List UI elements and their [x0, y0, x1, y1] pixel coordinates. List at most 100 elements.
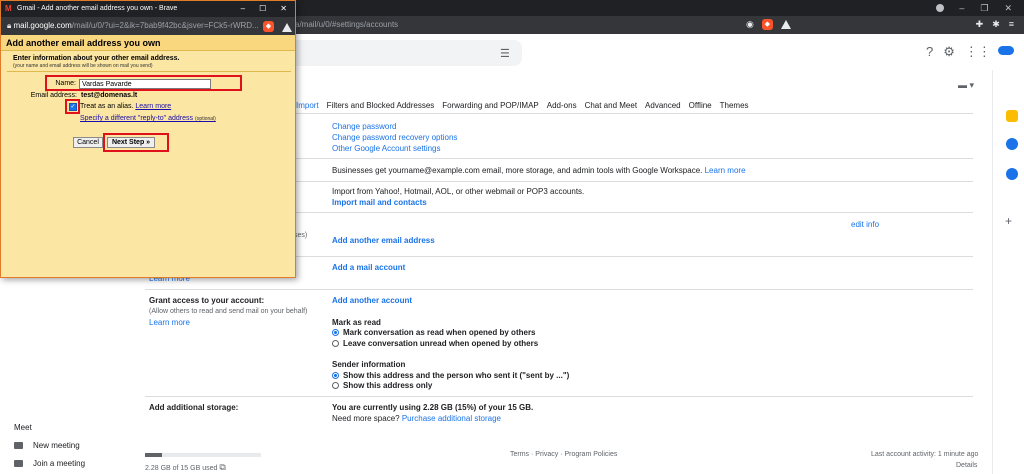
popup-url-bar[interactable]: 🔒︎ mail.google.com/mail/u/0/?ui=2&ik=7ba… — [1, 17, 295, 35]
add-email-popup: M Gmail - Add another email address you … — [0, 0, 296, 278]
tab-advanced[interactable]: Advanced — [645, 101, 681, 110]
import-text: Import from Yahoo!, Hotmail, AOL, or oth… — [332, 187, 585, 196]
tab-offline[interactable]: Offline — [689, 101, 712, 110]
grant-access-title: Grant access to your account: — [149, 296, 265, 305]
change-recovery-link[interactable]: Change password recovery options — [332, 133, 457, 142]
highlight-next-box — [103, 133, 169, 152]
purchase-storage-link[interactable]: Purchase additional storage — [402, 414, 501, 423]
mark-read-option[interactable]: Mark conversation as read when opened by… — [332, 328, 536, 337]
details-link[interactable]: Details — [956, 462, 977, 469]
cloud-icon[interactable] — [998, 46, 1014, 55]
highlight-alias-box — [65, 99, 80, 114]
tab-forwarding[interactable]: Forwarding and POP/IMAP — [442, 101, 538, 110]
minimize-icon[interactable]: – — [959, 3, 964, 13]
meet-title: Meet — [14, 423, 32, 432]
contacts-icon[interactable] — [1006, 168, 1018, 180]
storage-bar — [145, 453, 261, 457]
help-icon[interactable]: ? — [926, 44, 933, 60]
join-meeting-item[interactable]: Join a meeting — [14, 459, 85, 468]
show-sent-by-label: Show this address and the person who sen… — [343, 371, 570, 380]
workspace-description: Businesses get yourname@example.com emai… — [332, 166, 703, 175]
open-external-icon[interactable]: ⧉ — [219, 462, 225, 472]
other-settings-link[interactable]: Other Google Account settings — [332, 144, 441, 153]
brave-rewards-icon[interactable] — [780, 20, 791, 29]
alias-row: Treat as an alias. Learn more — [80, 103, 171, 110]
popup-url-path: /mail/u/0/?ui=2&ik=7bab9f42bc&jsver=FCk5… — [71, 21, 259, 30]
reply-to-optional: (optional) — [194, 116, 216, 122]
popup-rewards-icon[interactable] — [282, 23, 292, 32]
apps-grid-icon[interactable]: ⋮⋮ — [965, 44, 991, 60]
popup-close-icon[interactable]: ✕ — [280, 1, 287, 17]
change-password-link[interactable]: Change password — [332, 122, 396, 131]
popup-title-text: Gmail - Add another email address you ow… — [17, 5, 178, 12]
cancel-button[interactable]: Cancel — [73, 137, 103, 148]
last-activity: Last account activity: 1 minute ago — [871, 451, 979, 458]
window-controls: – ❐ ✕ — [959, 0, 1012, 16]
keep-icon[interactable] — [1006, 110, 1018, 122]
add-email-address-link[interactable]: Add another email address — [332, 236, 435, 245]
video-camera-icon — [14, 442, 23, 449]
popup-window-controls: – ☐ ✕ — [241, 1, 287, 17]
profile-dot-icon[interactable] — [936, 4, 944, 12]
new-meeting-label: New meeting — [33, 441, 80, 450]
show-address-only-option[interactable]: Show this address only — [332, 381, 432, 390]
popup-heading: Add another email address you own — [1, 35, 295, 51]
leave-unread-option[interactable]: Leave conversation unread when opened by… — [332, 339, 538, 348]
input-tools-icon[interactable]: ▬ ▾ — [958, 80, 974, 91]
popup-url-host: mail.google.com — [13, 21, 72, 30]
close-icon[interactable]: ✕ — [1004, 3, 1012, 14]
tab-chat-meet[interactable]: Chat and Meet — [585, 101, 637, 110]
toolbar-icons: ✚ ✱ ≡ — [976, 19, 1014, 30]
leave-unread-label: Leave conversation unread when opened by… — [343, 339, 539, 348]
import-mail-link[interactable]: Import mail and contacts — [332, 198, 427, 207]
radio-icon[interactable] — [332, 382, 339, 389]
storage-label: Add additional storage: — [149, 403, 239, 412]
tab-themes[interactable]: Themes — [720, 101, 749, 110]
tab-addons[interactable]: Add-ons — [547, 101, 577, 110]
address-url[interactable]: a/mail/u/0/#settings/accounts — [295, 20, 398, 29]
menu-icon[interactable]: ≡ — [1009, 19, 1014, 30]
lock-icon: 🔒︎ — [7, 21, 12, 30]
show-sent-by-option[interactable]: Show this address and the person who sen… — [332, 371, 569, 380]
popup-titlebar: M Gmail - Add another email address you … — [1, 1, 295, 17]
footer-links[interactable]: Terms · Privacy · Program Policies — [510, 451, 617, 458]
add-mail-account-link[interactable]: Add a mail account — [332, 263, 405, 272]
grant-access-sub: (Allow others to read and send mail on y… — [149, 308, 308, 315]
tab-import[interactable]: Import — [296, 101, 319, 110]
workspace-learn-more[interactable]: Learn more — [705, 166, 746, 175]
popup-sub-instructions: (your name and email address will be sho… — [13, 63, 153, 69]
add-another-account-link[interactable]: Add another account — [332, 296, 412, 305]
tab-filters[interactable]: Filters and Blocked Addresses — [327, 101, 435, 110]
divider — [145, 289, 973, 290]
radio-selected-icon[interactable] — [332, 372, 339, 379]
gear-icon[interactable]: ⚙ — [943, 44, 955, 60]
eye-icon[interactable]: ◉ — [746, 19, 754, 30]
grant-access-learn-more[interactable]: Learn more — [149, 318, 190, 327]
settings-tabs: Import Filters and Blocked Addresses For… — [296, 101, 749, 110]
radio-selected-icon[interactable] — [332, 329, 339, 336]
popup-divider — [7, 71, 291, 72]
sender-info-heading: Sender information — [332, 360, 406, 369]
join-meeting-label: Join a meeting — [33, 459, 86, 468]
email-value: test@domenas.lt — [81, 92, 138, 99]
reply-to-link[interactable]: Specify a different "reply-to" address (… — [80, 115, 216, 122]
edit-info-link[interactable]: edit info — [851, 220, 879, 229]
tasks-icon[interactable] — [1006, 138, 1018, 150]
workspace-text: Businesses get yourname@example.com emai… — [332, 166, 746, 175]
alias-learn-more[interactable]: Learn more — [135, 103, 171, 110]
popup-maximize-icon[interactable]: ☐ — [259, 1, 266, 17]
email-label: Email address: — [30, 92, 77, 99]
add-addon-icon[interactable]: + — [1005, 214, 1012, 228]
brave-shield-icon[interactable]: ◆ — [761, 19, 773, 30]
maximize-icon[interactable]: ❐ — [980, 3, 988, 14]
radio-icon[interactable] — [332, 340, 339, 347]
search-bar[interactable] — [282, 40, 522, 66]
extensions-puzzle-icon[interactable]: ✚ — [976, 19, 984, 30]
popup-brave-shield-icon[interactable]: ◆ — [263, 21, 274, 32]
new-meeting-item[interactable]: New meeting — [14, 441, 80, 450]
need-more-space: Need more space? Purchase additional sto… — [332, 414, 501, 423]
search-options-icon[interactable]: ☰ — [500, 47, 510, 60]
puzzle-icon[interactable]: ✱ — [992, 19, 1000, 30]
popup-minimize-icon[interactable]: – — [241, 1, 245, 17]
storage-bar-fill — [145, 453, 163, 457]
